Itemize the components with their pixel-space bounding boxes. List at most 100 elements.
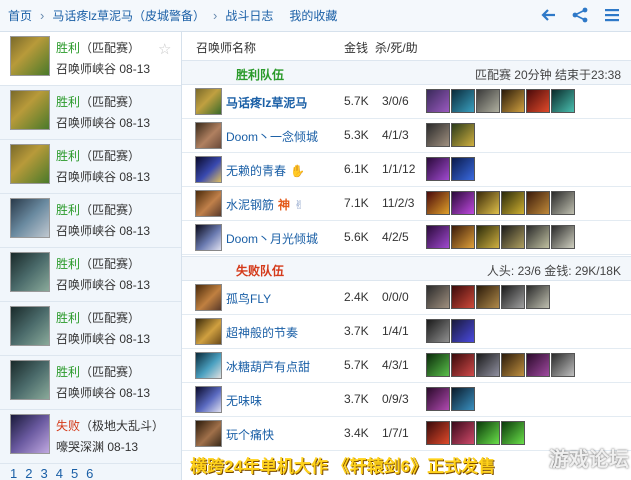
player-avatar	[195, 352, 222, 379]
item-icon	[526, 89, 550, 113]
lose-team-label: 失败队伍	[236, 264, 285, 278]
player-name[interactable]: Doom丶月光倾城	[226, 230, 318, 247]
player-name[interactable]: 超神般的节奏	[226, 324, 298, 341]
item-icon	[501, 353, 525, 377]
item-icon	[476, 421, 500, 445]
match-item[interactable]: 胜利（匹配赛） 召唤师峡谷 08-13	[0, 356, 181, 410]
star-icon[interactable]: ☆	[158, 40, 171, 58]
item-icon	[476, 225, 500, 249]
hand-icon: ✋	[290, 164, 305, 178]
menu-icon[interactable]	[603, 6, 621, 24]
breadcrumb-home[interactable]: 首页	[8, 7, 32, 24]
player-name[interactable]: 马话疼lz草泥马	[226, 94, 307, 111]
player-kda: 4/1/3	[382, 128, 409, 142]
item-slots	[426, 285, 550, 309]
match-item[interactable]: 失败（极地大乱斗） 嚎哭深渊 08-13	[0, 410, 181, 464]
item-icon	[526, 353, 550, 377]
player-row[interactable]: 超神般的节奏 3.7K 1/4/1	[182, 315, 631, 349]
player-name[interactable]: Doom丶一念倾城	[226, 128, 318, 145]
player-avatar	[195, 420, 222, 447]
match-map: 召唤师峡谷	[56, 386, 117, 400]
match-mode: （匹配赛）	[80, 41, 141, 55]
breadcrumb-battle-log[interactable]: 战斗日志	[225, 7, 273, 24]
player-name[interactable]: 无味味	[226, 392, 262, 409]
match-item[interactable]: 胜利（匹配赛） 召唤师峡谷 08-13 ☆	[0, 32, 181, 86]
item-icon	[526, 191, 550, 215]
lose-team-info: 人头: 23/6 金钱: 29K/18K	[486, 264, 621, 278]
match-mode: （匹配赛）	[80, 149, 141, 163]
match-item[interactable]: 胜利（匹配赛） 召唤师峡谷 08-13	[0, 194, 181, 248]
item-icon	[451, 285, 475, 309]
player-avatar	[195, 122, 222, 149]
match-mode: （匹配赛）	[80, 203, 141, 217]
player-row[interactable]: 孤鸟FLY 2.4K 0/0/0	[182, 281, 631, 315]
item-slots	[426, 225, 575, 249]
pagination: 1 2 3 4 5 6	[10, 466, 93, 480]
item-icon	[451, 387, 475, 411]
match-result: 失败	[56, 419, 81, 433]
match-item[interactable]: 胜利（匹配赛） 召唤师峡谷 08-13	[0, 248, 181, 302]
champion-avatar	[10, 36, 50, 76]
item-slots	[426, 123, 475, 147]
match-date: 08-13	[119, 278, 151, 292]
page-link[interactable]: 4	[56, 466, 63, 480]
player-kda: 0/9/3	[382, 392, 409, 406]
player-row[interactable]: 无赖的青春 ✋ 6.1K 1/1/12	[182, 153, 631, 187]
match-mode: （极地大乱斗）	[80, 419, 165, 433]
page-link[interactable]: 1	[10, 466, 17, 480]
player-kda: 4/2/5	[382, 230, 409, 244]
item-slots	[426, 319, 475, 343]
page-link[interactable]: 5	[71, 466, 78, 480]
player-gold: 5.7K	[344, 358, 369, 372]
item-icon	[476, 353, 500, 377]
player-name[interactable]: 玩个痛快	[226, 426, 274, 443]
item-slots	[426, 353, 575, 377]
hand-icon: ✌	[294, 198, 305, 212]
item-icon	[551, 225, 575, 249]
champion-avatar	[10, 360, 50, 400]
player-name[interactable]: 水泥钢筋神 ✌	[226, 196, 304, 213]
player-avatar	[195, 156, 222, 183]
god-badge: 神	[278, 198, 291, 212]
breadcrumb-favorites[interactable]: 我的收藏	[289, 7, 337, 24]
page-link[interactable]: 3	[40, 466, 47, 480]
match-result: 胜利	[56, 149, 81, 163]
player-kda: 3/0/6	[382, 94, 409, 108]
page-link[interactable]: 6	[86, 466, 93, 480]
player-row[interactable]: 冰糖葫芦有点甜 5.7K 4/3/1	[182, 349, 631, 383]
breadcrumb-summoner[interactable]: 马话疼lz草泥马（皮城警备）	[52, 7, 205, 24]
player-name[interactable]: 冰糖葫芦有点甜	[226, 358, 310, 375]
item-slots	[426, 89, 575, 113]
lose-team-header: 失败队伍 人头: 23/6 金钱: 29K/18K	[182, 256, 631, 281]
item-icon	[476, 191, 500, 215]
item-icon	[426, 421, 450, 445]
player-row[interactable]: 水泥钢筋神 ✌ 7.1K 11/2/3	[182, 187, 631, 221]
item-slots	[426, 157, 475, 181]
player-kda: 1/7/1	[382, 426, 409, 440]
share-icon[interactable]	[571, 6, 589, 24]
match-map: 召唤师峡谷	[56, 278, 117, 292]
item-icon	[551, 353, 575, 377]
match-item[interactable]: 胜利（匹配赛） 召唤师峡谷 08-13	[0, 140, 181, 194]
player-row[interactable]: Doom丶月光倾城 5.6K 4/2/5	[182, 221, 631, 255]
match-item[interactable]: 胜利（匹配赛） 召唤师峡谷 08-13	[0, 302, 181, 356]
item-icon	[501, 191, 525, 215]
player-gold: 5.3K	[344, 128, 369, 142]
player-row[interactable]: Doom丶一念倾城 5.3K 4/1/3	[182, 119, 631, 153]
chevron-right-icon: ›	[213, 8, 218, 23]
match-mode: （匹配赛）	[80, 311, 141, 325]
player-row[interactable]: 马话疼lz草泥马 5.7K 3/0/6	[182, 85, 631, 119]
match-result: 胜利	[56, 41, 81, 55]
player-name[interactable]: 孤鸟FLY	[226, 290, 271, 307]
back-arrow-icon[interactable]	[539, 6, 557, 24]
match-item[interactable]: 胜利（匹配赛） 召唤师峡谷 08-13	[0, 86, 181, 140]
player-gold: 7.1K	[344, 196, 369, 210]
win-team-info: 匹配赛 20分钟 结束于23:38	[474, 68, 621, 82]
item-icon	[451, 89, 475, 113]
player-name[interactable]: 无赖的青春 ✋	[226, 162, 305, 179]
col-gold: 金钱	[344, 41, 369, 55]
player-row[interactable]: 无味味 3.7K 0/9/3	[182, 383, 631, 417]
page-link[interactable]: 2	[25, 466, 32, 480]
item-icon	[426, 191, 450, 215]
match-map: 召唤师峡谷	[56, 116, 117, 130]
